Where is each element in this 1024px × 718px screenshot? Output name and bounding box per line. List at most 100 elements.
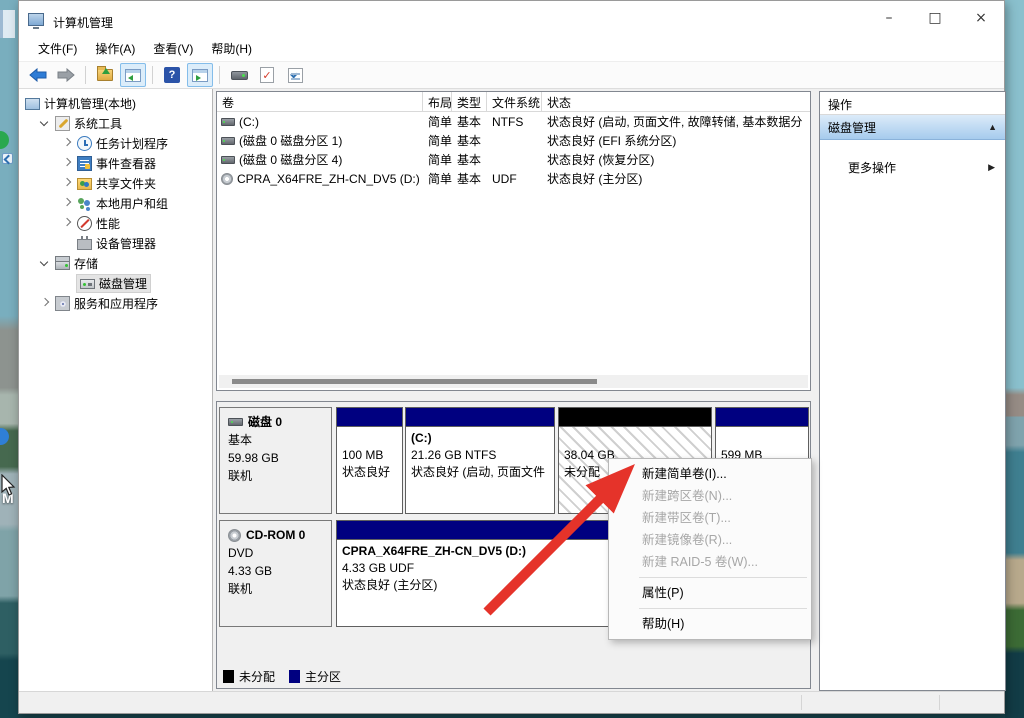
tree-item-label: 本地用户和组 <box>96 195 168 212</box>
toolbar-separator <box>152 66 153 84</box>
disk-console-button[interactable] <box>226 63 252 87</box>
desktop-icon-blue[interactable] <box>0 428 9 445</box>
tree-item-local-users-groups[interactable]: 本地用户和组 <box>19 193 212 213</box>
volume-status: 状态良好 (启动, 页面文件, 故障转储, 基本数据分 <box>542 113 810 130</box>
volume-row[interactable]: CPRA_X64FRE_ZH-CN_DV5 (D:) 简单 基本 UDF 状态良… <box>217 169 810 188</box>
storage-icon <box>55 260 70 270</box>
partition-c[interactable]: (C:) 21.26 GB NTFS 状态良好 (启动, 页面文件 <box>405 407 555 514</box>
partition-header <box>559 408 711 427</box>
volume-type: 基本 <box>452 132 487 149</box>
tree-item-event-viewer[interactable]: 事件查看器 <box>19 153 212 173</box>
volume-row[interactable]: (磁盘 0 磁盘分区 1) 简单 基本 状态良好 (EFI 系统分区) <box>217 131 810 150</box>
volume-list-panel: 卷 布局 类型 文件系统 状态 (C:) 简单 基本 NTFS 状态良好 (启动… <box>216 91 811 391</box>
actions-section-disk-management[interactable]: 磁盘管理 ▲ <box>820 115 1005 140</box>
shortcut-arrow-icon <box>2 153 13 164</box>
volume-status: 状态良好 (EFI 系统分区) <box>542 132 810 149</box>
volume-name: (C:) <box>239 115 259 129</box>
chevron-right-icon[interactable] <box>39 297 51 309</box>
tree-item-computer-management[interactable]: 计算机管理(本地) <box>19 93 212 113</box>
partition-efi[interactable]: 100 MB 状态良好 <box>336 407 403 514</box>
tree-item-performance[interactable]: 性能 <box>19 213 212 233</box>
column-filesystem[interactable]: 文件系统 <box>487 92 542 111</box>
tree-item-services-applications[interactable]: 服务和应用程序 <box>19 293 212 313</box>
forward-button[interactable] <box>53 63 79 87</box>
performance-icon <box>77 216 92 231</box>
volume-icon <box>221 118 235 126</box>
partition-status: 状态良好 (启动, 页面文件 <box>411 464 552 481</box>
computer-icon <box>25 98 40 110</box>
more-actions-item[interactable]: 更多操作 ▶ <box>820 154 1005 180</box>
check-status-button[interactable]: ✓ <box>254 63 280 87</box>
forward-arrow-icon <box>57 68 75 82</box>
tree-item-label: 事件查看器 <box>96 155 156 172</box>
show-action-pane-button[interactable] <box>187 63 213 87</box>
menu-separator <box>639 608 807 609</box>
close-button[interactable]: × <box>958 1 1004 35</box>
chevron-right-icon[interactable] <box>61 137 73 149</box>
toolbar: ? ✓ <box>19 61 1004 89</box>
menu-help[interactable]: 帮助(H) <box>202 37 261 60</box>
legend: 未分配 主分区 <box>223 668 341 685</box>
disk-size: 4.33 GB <box>228 562 331 580</box>
app-icon <box>28 13 44 26</box>
menu-file[interactable]: 文件(F) <box>29 37 86 60</box>
disk-name: 磁盘 0 <box>248 413 282 431</box>
properties-list-button[interactable] <box>282 63 308 87</box>
volume-name: CPRA_X64FRE_ZH-CN_DV5 (D:) <box>237 172 420 186</box>
column-volume[interactable]: 卷 <box>217 92 423 111</box>
show-console-tree-button[interactable] <box>120 63 146 87</box>
chevron-right-icon[interactable] <box>61 157 73 169</box>
tree-item-system-tools[interactable]: 系统工具 <box>19 113 212 133</box>
volume-fs: NTFS <box>487 115 542 129</box>
menu-item-new-simple-volume[interactable]: 新建简单卷(I)... <box>609 463 811 485</box>
menu-item-properties[interactable]: 属性(P) <box>609 582 811 604</box>
chevron-right-icon[interactable] <box>61 197 73 209</box>
toolbar-separator <box>85 66 86 84</box>
collapse-arrow-icon[interactable]: ▲ <box>988 122 997 132</box>
chevron-right-icon[interactable] <box>61 177 73 189</box>
tree-item-label: 任务计划程序 <box>96 135 168 152</box>
tree-item-storage[interactable]: 存储 <box>19 253 212 273</box>
chevron-right-icon[interactable] <box>61 217 73 229</box>
column-status[interactable]: 状态 <box>542 92 810 111</box>
chevron-down-icon[interactable] <box>39 117 51 129</box>
tree-item-label: 共享文件夹 <box>96 175 156 192</box>
minimize-button[interactable]: – <box>866 1 912 35</box>
horizontal-scrollbar[interactable] <box>219 375 808 388</box>
menu-bar: 文件(F) 操作(A) 查看(V) 帮助(H) <box>19 35 1004 61</box>
volume-row[interactable]: (C:) 简单 基本 NTFS 状态良好 (启动, 页面文件, 故障转储, 基本… <box>217 112 810 131</box>
menu-item-help[interactable]: 帮助(H) <box>609 613 811 635</box>
disk-size: 59.98 GB <box>228 449 331 467</box>
chevron-down-icon[interactable] <box>39 257 51 269</box>
tree-item-shared-folders[interactable]: 共享文件夹 <box>19 173 212 193</box>
volume-list-header: 卷 布局 类型 文件系统 状态 <box>217 92 810 112</box>
volume-layout: 简单 <box>423 151 452 168</box>
menu-view[interactable]: 查看(V) <box>144 37 202 60</box>
tree-item-device-manager[interactable]: 设备管理器 <box>19 233 212 253</box>
partition-label: (C:) <box>411 430 552 447</box>
cdrom-label-cell[interactable]: CD-ROM 0 DVD 4.33 GB 联机 <box>219 520 332 627</box>
menu-action[interactable]: 操作(A) <box>86 37 144 60</box>
disk0-label-cell[interactable]: 磁盘 0 基本 59.98 GB 联机 <box>219 407 332 514</box>
tree-item-label: 性能 <box>96 215 120 232</box>
cd-icon <box>228 529 241 542</box>
event-viewer-icon <box>77 156 92 171</box>
legend-primary: 主分区 <box>289 668 341 685</box>
column-layout[interactable]: 布局 <box>423 92 452 111</box>
help-button[interactable]: ? <box>159 63 185 87</box>
tree-item-task-scheduler[interactable]: 任务计划程序 <box>19 133 212 153</box>
volume-icon <box>221 137 235 145</box>
tree-item-disk-management[interactable]: 磁盘管理 <box>19 273 212 293</box>
disk-name: CD-ROM 0 <box>246 526 305 544</box>
volume-row[interactable]: (磁盘 0 磁盘分区 4) 简单 基本 状态良好 (恢复分区) <box>217 150 810 169</box>
shared-folders-icon <box>77 178 92 190</box>
back-button[interactable] <box>25 63 51 87</box>
column-type[interactable]: 类型 <box>452 92 487 111</box>
scrollbar-thumb[interactable] <box>232 379 597 384</box>
desktop-icon-green[interactable] <box>0 131 9 149</box>
partition-header <box>406 408 554 427</box>
up-level-button[interactable] <box>92 63 118 87</box>
title-bar[interactable]: 计算机管理 – □ × <box>19 1 1004 35</box>
partition-size: 21.26 GB NTFS <box>411 447 552 464</box>
maximize-button[interactable]: □ <box>912 1 958 35</box>
